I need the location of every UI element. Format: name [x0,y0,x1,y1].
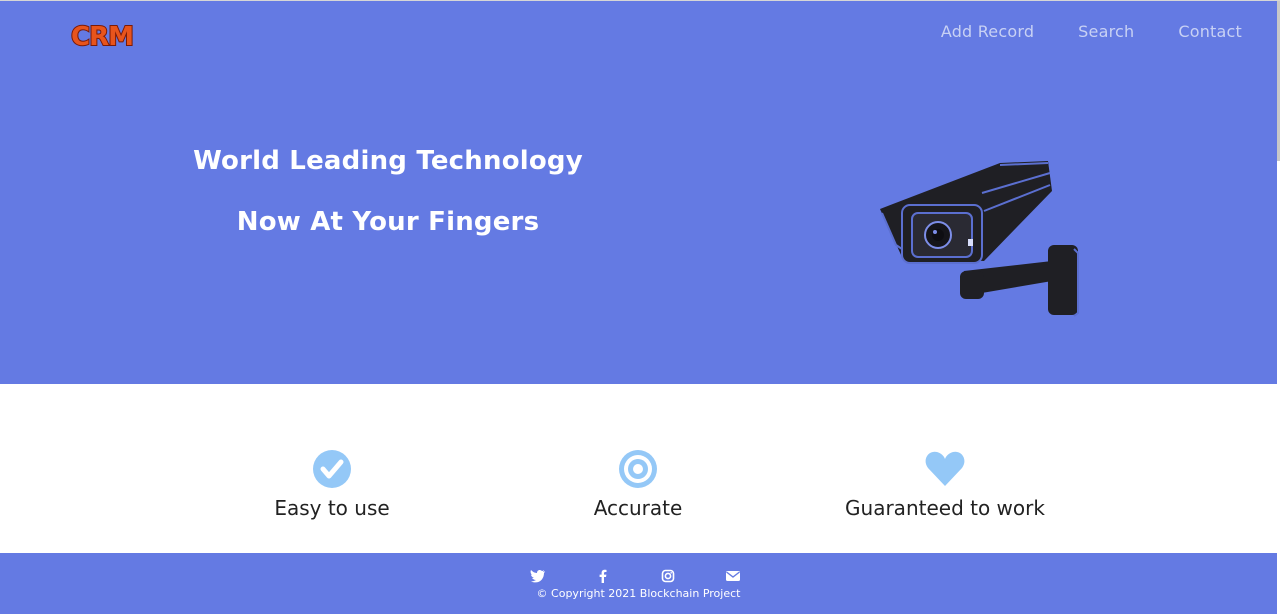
features-section: Easy to use Accurate Guaranteed to work [0,384,1277,553]
facebook-icon[interactable] [595,569,611,583]
hero-section: CRM Add Record Search Contact World Lead… [0,1,1277,384]
check-circle-icon [313,450,351,488]
nav-add-record[interactable]: Add Record [941,22,1034,41]
social-links [530,569,741,583]
heart-icon [925,451,965,486]
email-icon[interactable] [725,569,741,583]
logo-text: CRM [71,22,133,52]
twitter-icon[interactable] [530,569,546,583]
hero-headline-1: World Leading Technology [193,146,583,176]
hero-headline-2: Now At Your Fingers [236,207,540,237]
target-icon [619,450,657,488]
nav-search[interactable]: Search [1078,22,1134,41]
instagram-icon[interactable] [660,569,676,583]
copyright-text: © Copyright 2021 Blockchain Project [536,587,741,600]
footer: © Copyright 2021 Blockchain Project [0,553,1277,614]
feature-label: Accurate [593,496,683,520]
feature-label: Easy to use [274,496,390,520]
crm-logo[interactable]: CRM [66,17,138,53]
feature-label: Guaranteed to work [845,496,1045,520]
main-nav: Add Record Search Contact [941,22,1242,41]
security-camera-illustration [880,161,1079,317]
feature-guaranteed: Guaranteed to work [805,448,1085,520]
nav-contact[interactable]: Contact [1178,22,1242,41]
feature-easy-to-use: Easy to use [192,448,472,520]
feature-accurate: Accurate [498,448,778,520]
